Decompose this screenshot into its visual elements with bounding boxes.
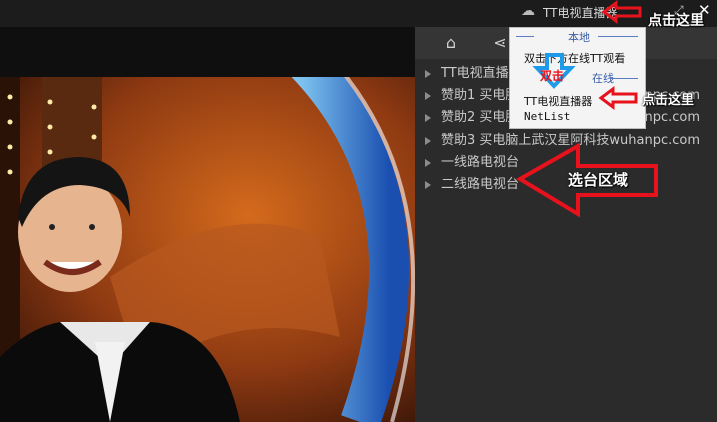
expand-triangle-icon <box>425 92 431 101</box>
expand-triangle-icon <box>425 136 431 145</box>
channel-item[interactable]: 赞助3 买电脑上武汉星阿科技wuhanpc.com <box>415 130 717 152</box>
menu-item-online-watch[interactable]: 双击下方在线TT观看 <box>524 50 625 66</box>
video-player[interactable] <box>0 77 415 422</box>
channel-item[interactable]: 一线路电视台 <box>415 152 717 174</box>
section-local-label: 本地 <box>568 31 590 44</box>
channel-label: 一线路电视台 <box>441 154 520 170</box>
home-icon[interactable]: ⌂ <box>441 33 461 53</box>
expand-triangle-icon <box>425 158 431 167</box>
channel-item[interactable]: 二线路电视台 <box>415 174 717 196</box>
separator-line <box>598 36 638 37</box>
share-icon[interactable]: ⋖ <box>490 33 510 53</box>
expand-triangle-icon <box>425 114 431 123</box>
annotation-click-here-mid: 点击这里 <box>642 93 695 108</box>
channel-label: 二线路电视台 <box>441 176 520 192</box>
menu-item-netlist[interactable]: NetList <box>524 110 570 123</box>
dropdown-menu: 本地 双击下方在线TT观看 在线 TT电视直播器 NetList <box>509 27 646 129</box>
expand-triangle-icon <box>425 70 431 78</box>
app-title[interactable]: TT电视直播器 <box>543 4 617 21</box>
channel-label: 赞助3 买电脑上武汉星阿科技wuhanpc.com <box>441 132 701 148</box>
video-frame <box>0 77 415 422</box>
annotation-double-click: 双击 <box>540 69 565 83</box>
cloud-icon[interactable]: ☁ <box>521 3 535 19</box>
annotation-click-here-top: 点击这里 <box>648 13 704 29</box>
expand-triangle-icon <box>425 180 431 189</box>
separator-line <box>516 36 534 37</box>
menu-item-tt-tv[interactable]: TT电视直播器 <box>524 93 592 109</box>
video-top-strip <box>0 27 415 77</box>
annotation-select-area: 选台区域 <box>568 171 629 189</box>
separator-line <box>610 78 638 79</box>
